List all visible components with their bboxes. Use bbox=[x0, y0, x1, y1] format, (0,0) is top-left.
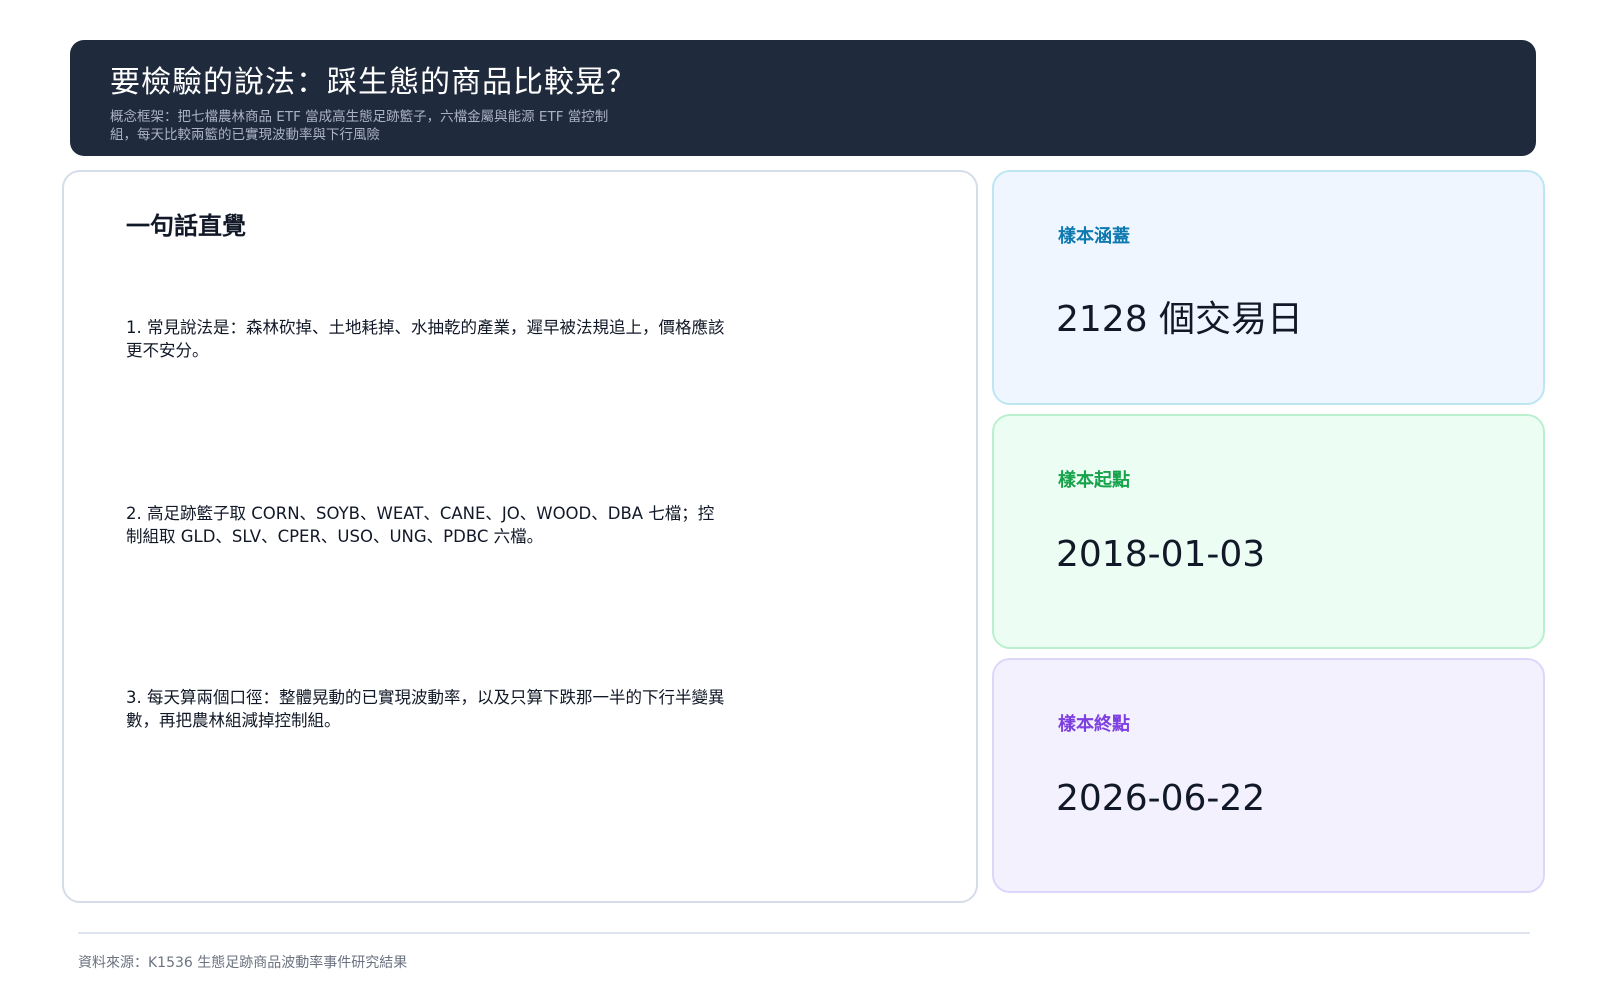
stat-value: 2018-01-03 bbox=[1056, 534, 1266, 575]
stat-label: 樣本涵蓋 bbox=[1058, 226, 1130, 247]
intuition-point-3: 3. 每天算兩個口徑：整體晃動的已實現波動率，以及只算下跌那一半的下行半變異數，… bbox=[126, 688, 725, 730]
stat-card-end: 樣本終點 2026-06-22 bbox=[992, 658, 1545, 893]
intuition-point-1: 1. 常見說法是：森林砍掉、土地耗掉、水抽乾的產業，遲早被法規追上，價格應該更不… bbox=[126, 318, 725, 360]
footer-divider bbox=[78, 932, 1530, 934]
intuition-title: 一句話直覺 bbox=[126, 212, 246, 240]
stat-card-start: 樣本起點 2018-01-03 bbox=[992, 414, 1545, 649]
stat-card-coverage: 樣本涵蓋 2128 個交易日 bbox=[992, 170, 1545, 405]
page-subtitle: 概念框架：把七檔農林商品 ETF 當成高生態足跡籃子，六檔金屬與能源 ETF 當… bbox=[110, 109, 609, 143]
data-source: 資料來源：K1536 生態足跡商品波動率事件研究結果 bbox=[78, 955, 408, 971]
header-banner: 要檢驗的說法：踩生態的商品比較晃？ 概念框架：把七檔農林商品 ETF 當成高生態… bbox=[70, 40, 1536, 156]
stat-value: 2128 個交易日 bbox=[1056, 299, 1304, 340]
page-title: 要檢驗的說法：踩生態的商品比較晃？ bbox=[110, 65, 637, 100]
stat-label: 樣本終點 bbox=[1058, 714, 1130, 735]
stat-value: 2026-06-22 bbox=[1056, 778, 1266, 819]
intuition-card: 一句話直覺 1. 常見說法是：森林砍掉、土地耗掉、水抽乾的產業，遲早被法規追上，… bbox=[62, 170, 978, 903]
intuition-point-2: 2. 高足跡籃子取 CORN、SOYB、WEAT、CANE、JO、WOOD、DB… bbox=[126, 504, 715, 546]
stat-label: 樣本起點 bbox=[1058, 470, 1130, 491]
